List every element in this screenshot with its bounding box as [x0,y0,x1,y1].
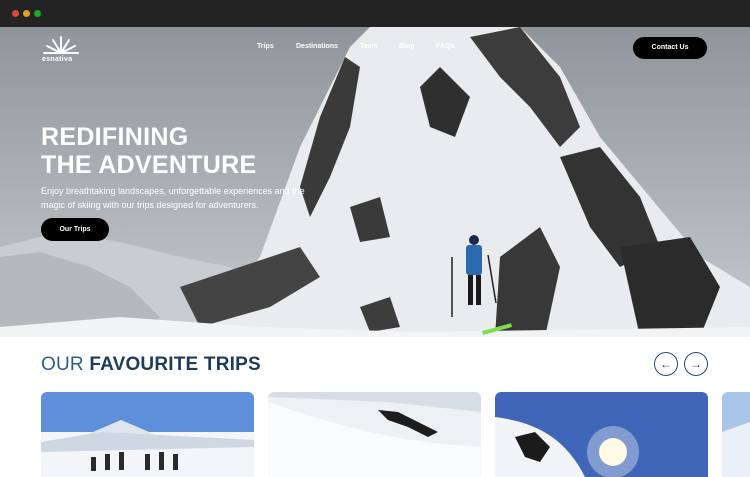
trip-card[interactable] [722,392,750,477]
nav-item-trips[interactable]: Trips [257,43,274,50]
trip-card-image [268,392,481,477]
hero-title-line1: REDIFINING [41,123,189,151]
brand-name[interactable]: esnativa [42,56,72,63]
hero-title-line2: THE ADVENTURE [41,151,257,179]
minimize-window-icon[interactable] [23,10,30,17]
nav-item-team[interactable]: Team [360,43,378,50]
window-title-bar [0,0,750,27]
next-arrow-icon[interactable]: → [684,352,708,376]
maximize-window-icon[interactable] [34,10,41,17]
trip-card[interactable] [495,392,708,477]
section-title: OUR FAVOURITE TRIPS [41,354,261,376]
nav-item-faqs[interactable]: FAQs [436,43,454,50]
hero-mountain-image [0,27,750,337]
hero-description: Enjoy breathtaking landscapes, unforgett… [41,186,305,210]
trip-card[interactable] [268,392,481,477]
nav-item-blog[interactable]: Blog [399,43,415,50]
contact-us-button[interactable]: Contact Us [633,37,707,59]
trip-card[interactable] [41,392,254,477]
trip-card-image [495,392,708,477]
close-window-icon[interactable] [12,10,19,17]
section-title-bold: FAVOURITE TRIPS [89,354,261,375]
trip-card-image [41,392,254,477]
hero-title: REDIFINING THE ADVENTURE [41,123,256,179]
section-title-light: OUR [41,354,84,375]
prev-arrow-icon[interactable]: ← [654,352,678,376]
hero-section: esnativa Trips Destinations Team Blog FA… [0,27,750,337]
our-trips-button[interactable]: Our Trips [41,218,109,241]
nav-item-destinations[interactable]: Destinations [296,43,338,50]
trip-card-image [722,392,750,477]
